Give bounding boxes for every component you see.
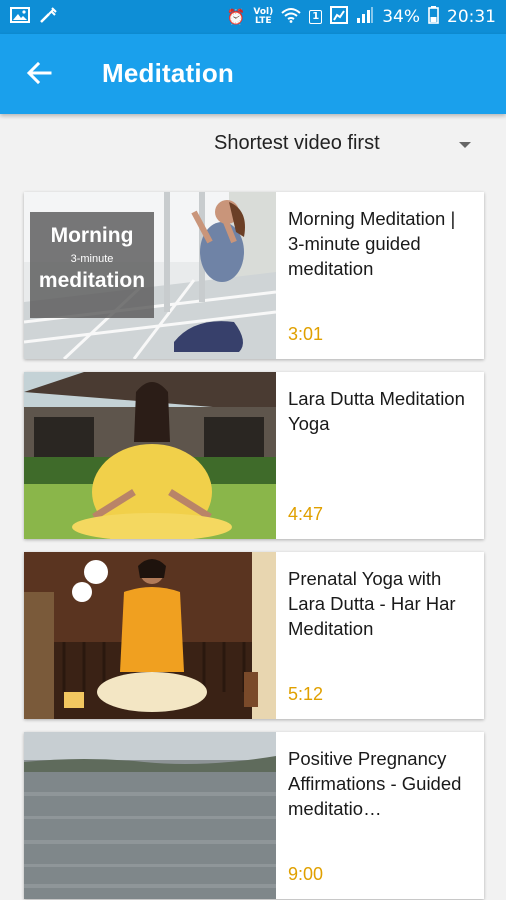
volte-indicator: Vol) LTE (253, 8, 273, 26)
battery-percent: 34% (382, 7, 420, 27)
page-title: Meditation (102, 58, 234, 88)
overlay-line-1: Morning (50, 224, 134, 247)
video-title: Positive Pregnancy Affirmations - Guided… (288, 748, 462, 819)
video-thumbnail (24, 552, 276, 719)
tools-icon (38, 6, 58, 29)
video-title: Lara Dutta Meditation Yoga (288, 388, 465, 434)
video-card[interactable]: Prenatal Yoga with Lara Dutta - Har Har … (24, 552, 484, 719)
video-thumbnail: Morning 3-minute meditation (24, 192, 276, 359)
app-bar: Meditation (0, 34, 506, 114)
overlay-line-3: meditation (38, 269, 146, 292)
video-duration: 9:00 (288, 864, 324, 884)
clock-time: 20:31 (447, 7, 496, 27)
battery-icon (428, 5, 439, 29)
alarm-icon: ⏰ (226, 7, 246, 26)
video-duration: 5:12 (288, 684, 324, 704)
arrow-left-icon (26, 60, 52, 91)
video-duration: 3:01 (288, 324, 324, 344)
video-card[interactable]: Positive Pregnancy Affirmations - Guided… (24, 732, 484, 899)
wifi-icon (281, 7, 301, 28)
thumbnail-title-overlay: Morning 3-minute meditation (30, 212, 154, 318)
gallery-icon (10, 6, 30, 28)
back-button[interactable] (18, 54, 60, 96)
signal-icon (356, 6, 374, 29)
video-duration: 4:47 (288, 504, 324, 524)
volte-bottom-text: LTE (255, 16, 272, 26)
sim-badge: 1 (309, 10, 323, 24)
dropdown-arrow-icon (458, 132, 472, 155)
sort-dropdown[interactable]: Shortest video first (214, 126, 472, 160)
video-thumbnail (24, 372, 276, 539)
video-card[interactable]: Morning 3-minute meditation Morning Medi… (24, 192, 484, 359)
video-card[interactable]: Lara Dutta Meditation Yoga 4:47 (24, 372, 484, 539)
sort-selected-label: Shortest video first (214, 131, 380, 154)
status-bar: ⏰ Vol) LTE 1 34% 20:31 (0, 0, 506, 34)
video-thumbnail (24, 732, 276, 899)
data-saver-icon (330, 5, 349, 29)
overlay-line-2: 3-minute (70, 253, 114, 265)
video-title: Prenatal Yoga with Lara Dutta - Har Har … (288, 568, 456, 639)
video-title: Morning Meditation | 3-minute guided med… (288, 208, 456, 279)
